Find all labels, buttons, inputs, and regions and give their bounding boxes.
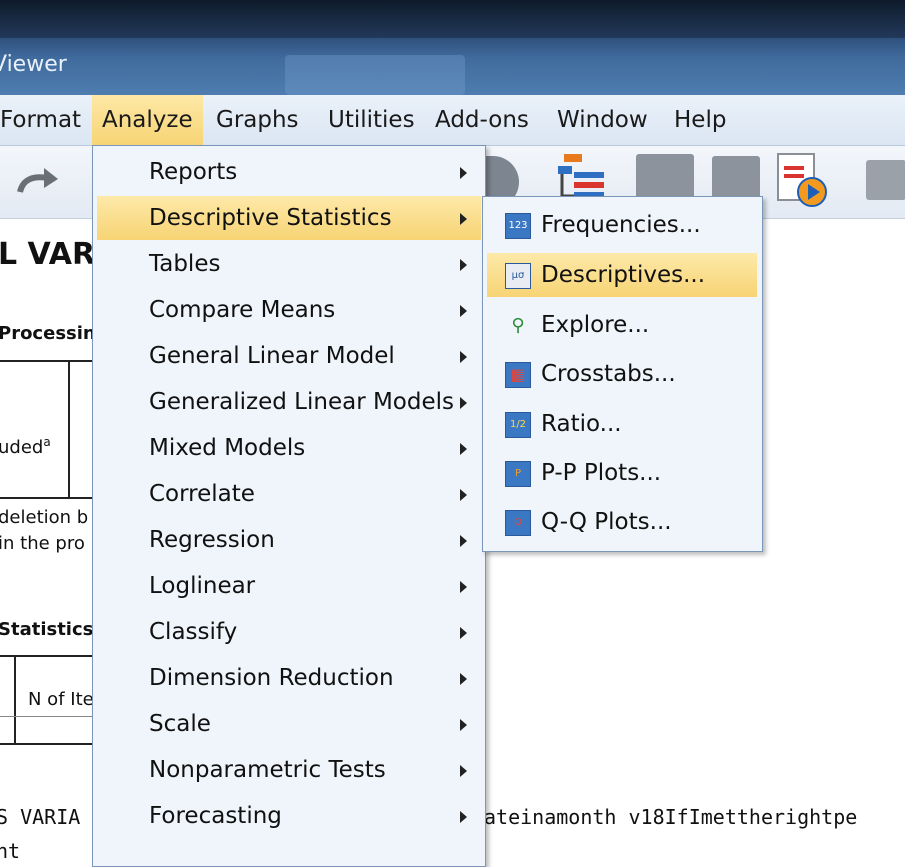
menu-item-compare-means[interactable]: Compare Means xyxy=(97,288,481,332)
menu-analyze[interactable]: Analyze xyxy=(92,95,203,145)
qq-plots-icon: Q xyxy=(505,510,531,536)
menu-window[interactable]: Window xyxy=(547,95,658,145)
submenu-item-ratio[interactable]: 1/2 Ratio... xyxy=(487,402,757,446)
submenu-arrow-icon xyxy=(460,305,467,317)
syntax-line: S VARIA xyxy=(0,805,81,829)
submenu-arrow-icon xyxy=(460,397,467,409)
analyze-menu: Reports Descriptive Statistics Tables Co… xyxy=(92,145,486,867)
submenu-item-explore[interactable]: ⚲ Explore... xyxy=(487,303,757,347)
syntax-line: ateinamonth v18IfImettherightpe xyxy=(484,805,858,829)
submenu-arrow-icon xyxy=(460,443,467,455)
submenu-arrow-icon xyxy=(460,627,467,639)
table-rule xyxy=(68,360,70,498)
menu-item-descriptive-statistics[interactable]: Descriptive Statistics xyxy=(97,196,481,240)
menu-item-general-linear-model[interactable]: General Linear Model xyxy=(97,334,481,378)
toolbar-overflow-icon[interactable] xyxy=(866,160,905,200)
menu-item-regression[interactable]: Regression xyxy=(97,518,481,562)
table-cell: udeda xyxy=(0,435,51,458)
output-heading: L VAR xyxy=(0,237,96,272)
submenu-item-crosstabs[interactable]: ▦ Crosstabs... xyxy=(487,352,757,396)
table-rule xyxy=(14,655,16,745)
table-rule xyxy=(0,497,92,499)
menu-item-nonparametric-tests[interactable]: Nonparametric Tests xyxy=(97,748,481,792)
window-title: Viewer xyxy=(0,52,67,77)
menu-help[interactable]: Help xyxy=(664,95,736,145)
table-header-n-items: N of Ite xyxy=(28,689,94,710)
crosstabs-icon: ▦ xyxy=(505,362,531,388)
submenu-item-descriptives[interactable]: μσ Descriptives... xyxy=(487,253,757,297)
submenu-arrow-icon xyxy=(460,811,467,823)
menu-item-loglinear[interactable]: Loglinear xyxy=(97,564,481,608)
menu-item-tables[interactable]: Tables xyxy=(97,242,481,286)
menu-graphs[interactable]: Graphs xyxy=(206,95,309,145)
frequencies-icon: 123 xyxy=(505,213,531,239)
submenu-item-frequencies[interactable]: 123 Frequencies... xyxy=(487,203,757,247)
table-footnote: deletion b xyxy=(0,507,89,528)
menu-format[interactable]: Format xyxy=(0,95,91,145)
submenu-arrow-icon xyxy=(460,673,467,685)
submenu-arrow-icon xyxy=(460,765,467,777)
table-cell: l xyxy=(0,399,1,420)
menu-item-scale[interactable]: Scale xyxy=(97,702,481,746)
menu-item-reports[interactable]: Reports xyxy=(97,150,481,194)
menu-item-generalized-linear-models[interactable]: Generalized Linear Models xyxy=(97,380,481,424)
reliability-title: Statistics xyxy=(0,619,94,640)
ratio-icon: 1/2 xyxy=(505,412,531,438)
explore-icon: ⚲ xyxy=(505,313,531,339)
submenu-arrow-icon xyxy=(460,581,467,593)
submenu-arrow-icon xyxy=(460,489,467,501)
descriptives-icon: μσ xyxy=(505,263,531,289)
submenu-arrow-icon xyxy=(460,535,467,547)
menu-item-correlate[interactable]: Correlate xyxy=(97,472,481,516)
submenu-arrow-icon xyxy=(460,167,467,179)
table-rule xyxy=(0,743,92,745)
submenu-arrow-icon xyxy=(460,719,467,731)
submenu-item-pp-plots[interactable]: P P-P Plots... xyxy=(487,451,757,495)
submenu-arrow-icon xyxy=(460,213,467,225)
menu-item-forecasting[interactable]: Forecasting xyxy=(97,794,481,838)
window-titlebar: Viewer xyxy=(0,0,905,95)
titlebar-top-band xyxy=(0,0,905,38)
submenu-arrow-icon xyxy=(460,259,467,271)
run-script-icon[interactable] xyxy=(774,152,830,210)
table-rule xyxy=(0,360,92,362)
titlebar-glow xyxy=(285,55,465,95)
table-cell: l xyxy=(0,469,1,490)
table-rule xyxy=(0,716,92,717)
menu-add-ons[interactable]: Add-ons xyxy=(425,95,539,145)
table-footnote: in the pro xyxy=(0,533,85,554)
syntax-line: nt xyxy=(0,839,21,863)
menu-item-dimension-reduction[interactable]: Dimension Reduction xyxy=(97,656,481,700)
case-processing-title: Processin xyxy=(0,323,96,344)
submenu-arrow-icon xyxy=(460,351,467,363)
menu-item-classify[interactable]: Classify xyxy=(97,610,481,654)
pp-plots-icon: P xyxy=(505,461,531,487)
menu-bar: Format Analyze Graphs Utilities Add-ons … xyxy=(0,95,905,146)
menu-item-mixed-models[interactable]: Mixed Models xyxy=(97,426,481,470)
descriptive-statistics-submenu: 123 Frequencies... μσ Descriptives... ⚲ … xyxy=(482,196,763,552)
menu-utilities[interactable]: Utilities xyxy=(318,95,425,145)
submenu-item-qq-plots[interactable]: Q Q-Q Plots... xyxy=(487,500,757,544)
redo-icon[interactable] xyxy=(14,166,62,200)
